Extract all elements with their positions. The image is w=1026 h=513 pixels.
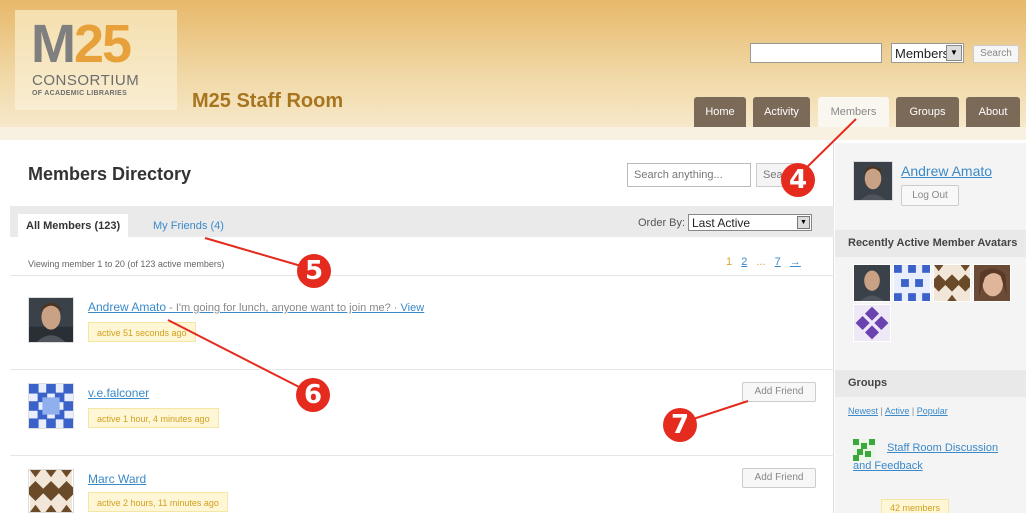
add-friend-button[interactable]: Add Friend bbox=[742, 382, 816, 402]
avatar[interactable] bbox=[973, 264, 1011, 302]
directory-search-input[interactable]: Search anything... bbox=[627, 163, 751, 187]
annotation-badge-7: 7 bbox=[663, 408, 697, 442]
last-active-badge: active 2 hours, 11 minutes ago bbox=[88, 492, 228, 512]
site-title[interactable]: M25 Staff Room bbox=[192, 90, 343, 113]
nav-groups[interactable]: Groups bbox=[896, 97, 959, 127]
avatar[interactable] bbox=[893, 264, 931, 302]
logo-m25: M25 bbox=[31, 14, 132, 74]
current-user-avatar[interactable] bbox=[853, 161, 893, 201]
members-directory: Members Directory Search anything... Sea… bbox=[10, 143, 834, 513]
tab-all-members[interactable]: All Members (123) bbox=[18, 214, 129, 237]
groups-heading: Groups bbox=[835, 370, 1026, 397]
member-name-ve-falconer[interactable]: v.e.falconer bbox=[88, 386, 149, 400]
logout-button[interactable]: Log Out bbox=[901, 185, 959, 206]
page-link-2[interactable]: 2 bbox=[741, 256, 747, 268]
order-by-label: Order By: bbox=[638, 217, 686, 229]
annotation-badge-5: 5 bbox=[297, 254, 331, 288]
divider bbox=[10, 369, 834, 370]
tab-my-friends[interactable]: My Friends (4) bbox=[153, 220, 224, 232]
order-by-value: Last Active bbox=[692, 216, 751, 230]
site-header: M25 CONSORTIUM OF ACADEMIC LIBRARIES M25… bbox=[0, 0, 1026, 140]
member-name-marc-ward[interactable]: Marc Ward bbox=[88, 472, 146, 486]
page-link-7[interactable]: 7 bbox=[775, 256, 781, 268]
avatar[interactable] bbox=[28, 297, 74, 343]
avatar[interactable] bbox=[28, 469, 74, 513]
logo-line2: OF ACADEMIC LIBRARIES bbox=[32, 90, 128, 97]
page-title: Members Directory bbox=[28, 164, 192, 184]
order-by-select[interactable]: Last Active ▼ bbox=[688, 214, 812, 231]
annotation-badge-6: 6 bbox=[296, 378, 330, 412]
current-user-name[interactable]: Andrew Amato bbox=[901, 163, 992, 179]
member-status: - I'm going for lunch, anyone want to jo… bbox=[166, 302, 401, 314]
dropdown-arrow-icon: ▼ bbox=[946, 45, 962, 61]
search-scope-value: Members bbox=[895, 46, 950, 61]
annotation-badge-4: 4 bbox=[781, 163, 815, 197]
pagination: 1 2 ... 7 → bbox=[726, 256, 807, 268]
logo-line1: CONSORTIUM bbox=[32, 72, 140, 89]
avatar[interactable] bbox=[853, 264, 891, 302]
directory-tabs: All Members (123) My Friends (4) Order B… bbox=[10, 206, 834, 237]
nav-members[interactable]: Members bbox=[818, 97, 889, 127]
divider bbox=[10, 275, 834, 276]
group-filters: Newest | Active | Popular bbox=[848, 406, 948, 416]
group-name-link[interactable]: Staff Room Discussion and Feedback bbox=[853, 439, 1003, 475]
header-strip bbox=[0, 127, 1026, 140]
group-member-count: 42 members bbox=[881, 499, 950, 513]
add-friend-button[interactable]: Add Friend bbox=[742, 468, 816, 488]
view-link[interactable]: View bbox=[401, 302, 425, 314]
last-active-badge: active 1 hour, 4 minutes ago bbox=[88, 408, 219, 428]
viewing-count: Viewing member 1 to 20 (of 123 active me… bbox=[28, 259, 225, 269]
sidebar: Andrew Amato Log Out Recently Active Mem… bbox=[835, 143, 1026, 513]
member-name-andrew-amato[interactable]: Andrew Amato - I'm going for lunch, anyo… bbox=[88, 300, 424, 314]
recent-avatars-heading: Recently Active Member Avatars bbox=[835, 230, 1026, 257]
dropdown-arrow-icon: ▼ bbox=[797, 216, 810, 229]
filter-newest[interactable]: Newest bbox=[848, 406, 878, 416]
logo[interactable]: M25 CONSORTIUM OF ACADEMIC LIBRARIES bbox=[15, 10, 177, 110]
nav-home[interactable]: Home bbox=[694, 97, 746, 127]
avatar[interactable] bbox=[933, 264, 971, 302]
nav-about[interactable]: About bbox=[966, 97, 1020, 127]
header-search-input[interactable] bbox=[750, 43, 882, 63]
filter-popular[interactable]: Popular bbox=[917, 406, 948, 416]
filter-active[interactable]: Active bbox=[885, 406, 910, 416]
last-active-badge: active 51 seconds ago bbox=[88, 322, 196, 342]
member-row: Marc Ward active 2 hours, 11 minutes ago… bbox=[10, 465, 834, 513]
member-row: v.e.falconer active 1 hour, 4 minutes ag… bbox=[10, 379, 834, 457]
avatar[interactable] bbox=[28, 383, 74, 429]
divider bbox=[10, 455, 834, 456]
nav-activity[interactable]: Activity bbox=[753, 97, 810, 127]
member-row: Andrew Amato - I'm going for lunch, anyo… bbox=[10, 293, 834, 371]
search-scope-select[interactable]: Members ▼ bbox=[891, 43, 964, 63]
page-current: 1 bbox=[726, 256, 733, 268]
page-ellipsis: ... bbox=[756, 256, 766, 268]
next-page-arrow-icon[interactable]: → bbox=[790, 256, 801, 268]
avatar[interactable] bbox=[853, 304, 891, 342]
header-search-button[interactable]: Search bbox=[973, 45, 1019, 63]
